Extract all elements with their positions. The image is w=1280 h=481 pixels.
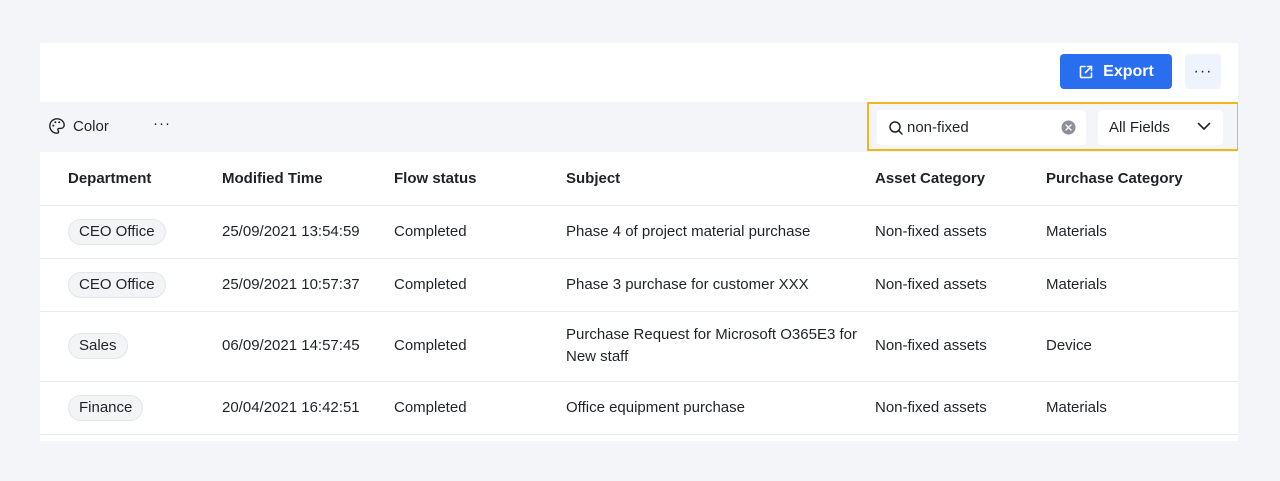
- clear-circle-icon[interactable]: [1061, 120, 1076, 135]
- department-cell: CEO Office: [40, 258, 222, 312]
- top-action-bar: Export ···: [40, 43, 1238, 102]
- palette-icon: [48, 117, 66, 135]
- records-table: Department Modified Time Flow status Sub…: [40, 152, 1238, 435]
- search-input[interactable]: [907, 119, 1057, 136]
- table-row[interactable]: CEO Office 25/09/2021 10:57:37 Completed…: [40, 258, 1238, 312]
- flow-status-cell: Completed: [394, 205, 566, 259]
- records-panel: Export ··· Color ··· non-fixed All Field…: [40, 43, 1238, 441]
- modified-time-cell: 06/09/2021 14:57:45: [222, 311, 394, 382]
- search-group: All Fields: [867, 102, 1238, 151]
- column-header-modified-time[interactable]: Modified Time: [222, 152, 394, 206]
- modified-time-cell: 20/04/2021 16:42:51: [222, 381, 394, 435]
- modified-time-cell: 25/09/2021 10:57:37: [222, 258, 394, 312]
- department-cell: Finance: [40, 381, 222, 435]
- table-toolbar: Color ··· non-fixed All Fields: [40, 102, 1238, 152]
- table-row[interactable]: Sales 06/09/2021 14:57:45 Completed Purc…: [40, 311, 1238, 382]
- purchase-category-cell: Materials: [1046, 205, 1238, 259]
- more-horizontal-icon: ···: [153, 115, 171, 132]
- table-row[interactable]: CEO Office 25/09/2021 13:54:59 Completed…: [40, 205, 1238, 259]
- department-cell: Sales: [40, 311, 222, 382]
- department-tag: Sales: [68, 333, 128, 359]
- subject-cell: Phase 4 of project material purchase: [566, 205, 875, 259]
- export-icon: [1078, 64, 1094, 80]
- chevron-down-icon: [1197, 122, 1211, 131]
- subject-cell: Purchase Request for Microsoft O365E3 fo…: [566, 311, 875, 382]
- column-header-asset-category[interactable]: Asset Category: [875, 152, 1046, 206]
- purchase-category-cell: Device: [1046, 311, 1238, 382]
- asset-category-cell: Non-fixed assets: [875, 311, 1046, 382]
- flow-status-cell: Completed: [394, 311, 566, 382]
- subject-cell: Office equipment purchase: [566, 381, 875, 435]
- department-tag: CEO Office: [68, 218, 166, 245]
- asset-category-cell: Non-fixed assets: [875, 381, 1046, 435]
- field-select-value: All Fields: [1109, 119, 1170, 136]
- department-tag: Finance: [68, 394, 144, 421]
- purchase-category-cell: Materials: [1046, 258, 1238, 312]
- modified-time-cell: 25/09/2021 13:54:59: [222, 205, 394, 259]
- search-icon: [888, 120, 904, 136]
- flow-status-cell: Completed: [394, 258, 566, 312]
- column-header-purchase-category[interactable]: Purchase Category: [1046, 152, 1238, 206]
- search-box[interactable]: [877, 110, 1086, 145]
- toolbar-more-button[interactable]: ···: [153, 115, 171, 132]
- flow-status-cell: Completed: [394, 381, 566, 435]
- export-button[interactable]: Export: [1060, 54, 1172, 89]
- table-row[interactable]: Finance 20/04/2021 16:42:51 Completed Of…: [40, 381, 1238, 435]
- column-header-flow-status[interactable]: Flow status: [394, 152, 566, 206]
- color-button[interactable]: Color: [48, 117, 109, 135]
- export-label: Export: [1103, 62, 1154, 80]
- purchase-category-cell: Materials: [1046, 381, 1238, 435]
- department-cell: CEO Office: [40, 205, 222, 259]
- more-horizontal-icon: ···: [1193, 62, 1213, 80]
- color-label: Color: [73, 117, 109, 135]
- table-header-row: Department Modified Time Flow status Sub…: [40, 152, 1238, 206]
- column-header-department[interactable]: Department: [40, 152, 222, 206]
- asset-category-cell: Non-fixed assets: [875, 258, 1046, 312]
- department-tag: CEO Office: [68, 271, 166, 298]
- asset-category-cell: Non-fixed assets: [875, 205, 1046, 259]
- more-options-button[interactable]: ···: [1185, 54, 1221, 89]
- column-header-subject[interactable]: Subject: [566, 152, 875, 206]
- field-select[interactable]: All Fields: [1098, 110, 1223, 145]
- subject-cell: Phase 3 purchase for customer XXX: [566, 258, 875, 312]
